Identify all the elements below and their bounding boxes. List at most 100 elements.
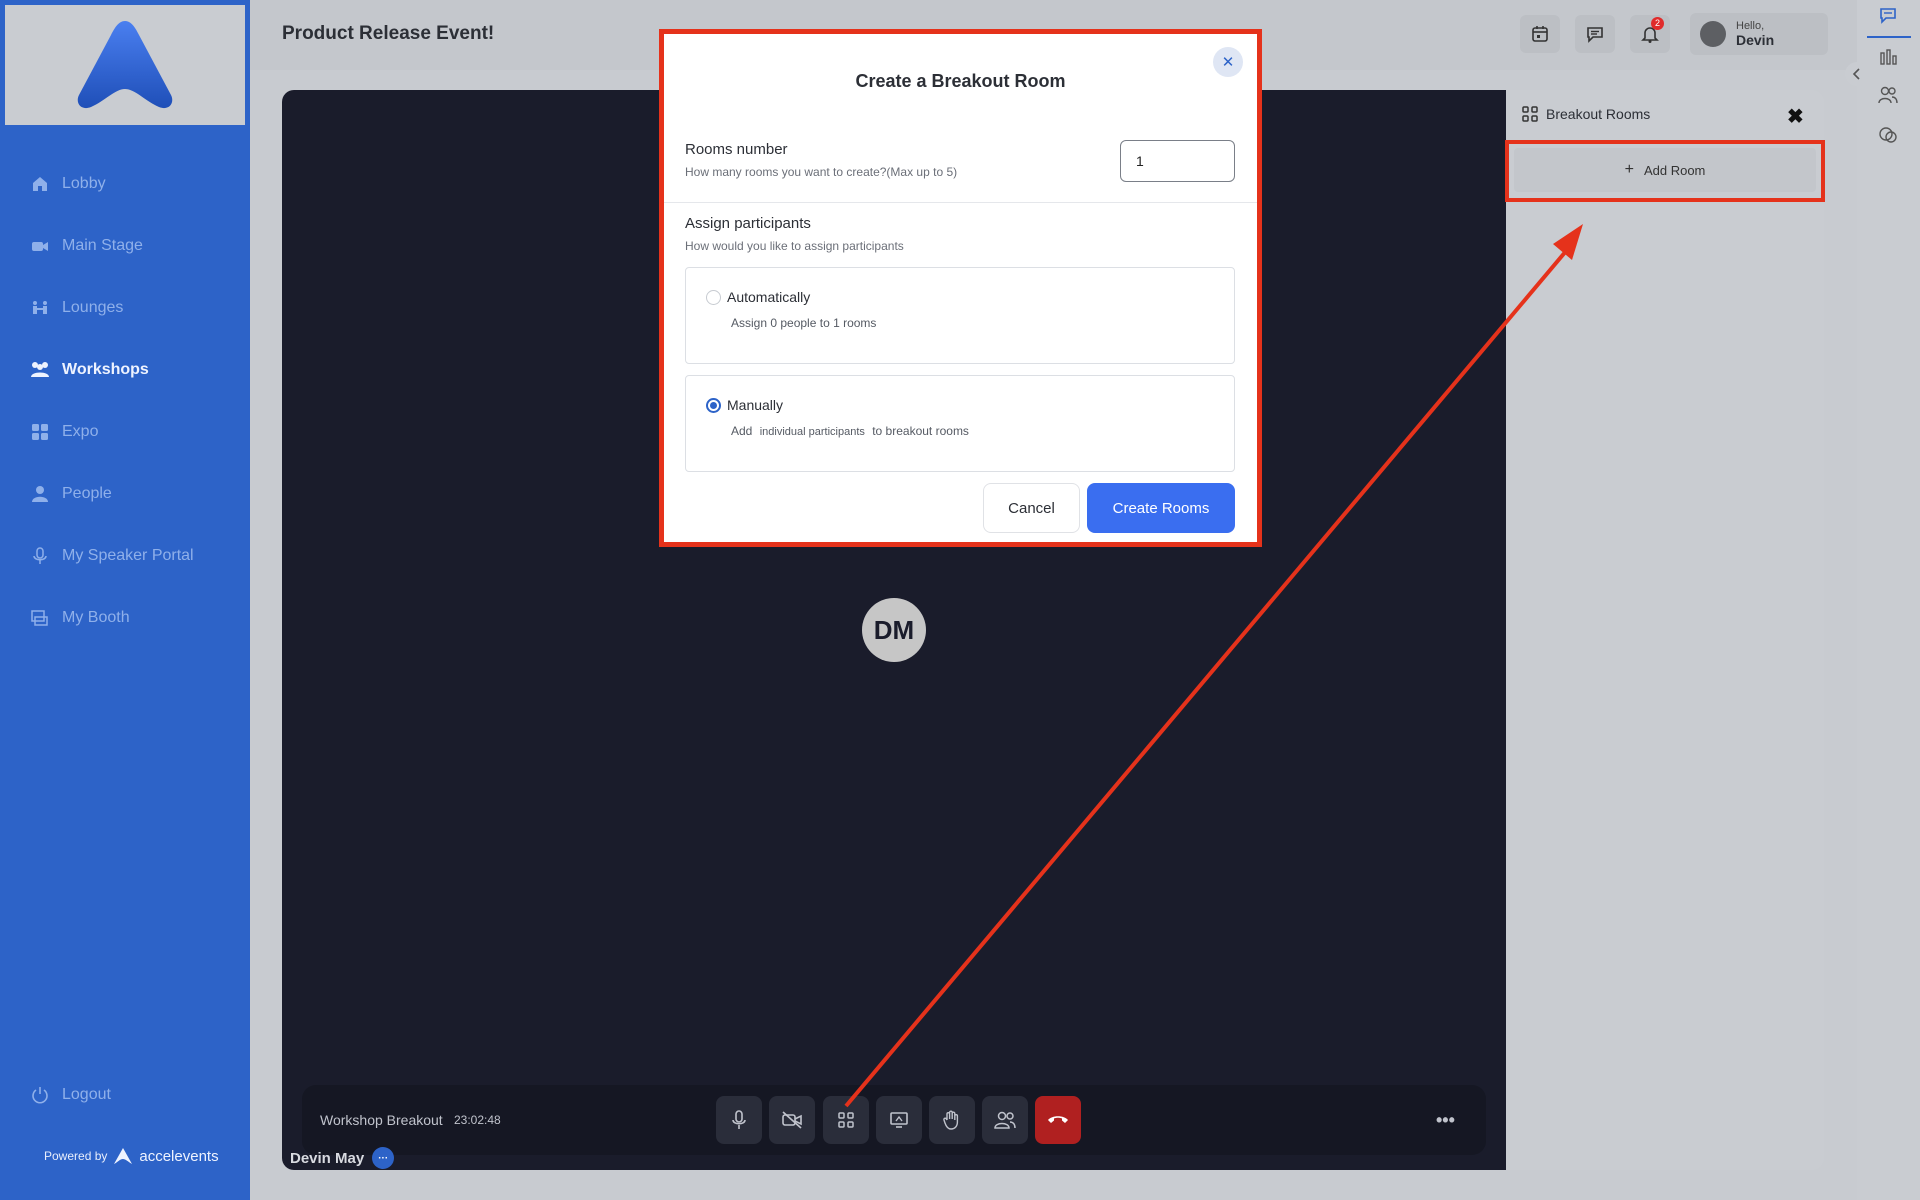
- rooms-number-label: Rooms number: [685, 141, 788, 158]
- question-chat-icon: [1879, 127, 1897, 143]
- speaker-name: Devin May: [290, 1149, 365, 1167]
- user-name: Devin: [1736, 32, 1775, 48]
- people-group-icon: [30, 360, 50, 380]
- option-label: Manually: [727, 397, 784, 413]
- sidebar-item-people[interactable]: People: [0, 463, 250, 525]
- breakout-rooms-button[interactable]: [823, 1096, 869, 1144]
- calendar-icon: [1532, 26, 1548, 42]
- end-call-icon: [1048, 1116, 1068, 1123]
- power-icon: [30, 1085, 50, 1105]
- rail-polls-button[interactable]: [1877, 46, 1899, 68]
- rail-active-indicator: [1867, 36, 1911, 38]
- notifications-button[interactable]: 2: [1630, 15, 1670, 53]
- collapse-panel-button[interactable]: [1845, 62, 1869, 86]
- home-icon: [30, 174, 50, 194]
- camera-toggle-button[interactable]: [769, 1096, 815, 1144]
- rail-chat-button[interactable]: [1877, 4, 1899, 26]
- sidebar-item-workshops[interactable]: Workshops: [0, 339, 250, 401]
- powered-by: Powered by accelevents: [44, 1147, 219, 1165]
- sidebar-item-lobby[interactable]: Lobby: [0, 153, 250, 215]
- sidebar-nav: Lobby Main Stage Lounges Workshops Expo …: [0, 153, 250, 649]
- breakout-rooms-panel: [1506, 90, 1824, 1170]
- microphone-button[interactable]: [716, 1096, 762, 1144]
- radio-manually[interactable]: [706, 398, 721, 413]
- booth-icon: [30, 608, 50, 628]
- raise-hand-icon: [943, 1110, 959, 1130]
- speaker-status-icon: ···: [372, 1147, 395, 1169]
- close-icon[interactable]: ✖: [1787, 104, 1804, 129]
- people-icon: [1878, 86, 1898, 104]
- sidebar-item-label: Lounges: [62, 299, 124, 316]
- page-title: Product Release Event!: [282, 23, 495, 44]
- modal-title: Create a Breakout Room: [855, 71, 1066, 91]
- screen-share-button[interactable]: [876, 1096, 922, 1144]
- sidebar-item-label: My Booth: [62, 609, 130, 626]
- user-menu[interactable]: Hello, Devin: [1690, 13, 1828, 55]
- notification-badge: 2: [1651, 17, 1664, 30]
- participants-icon: [994, 1111, 1016, 1129]
- cancel-button[interactable]: Cancel: [983, 483, 1080, 533]
- sidebar-item-my-booth[interactable]: My Booth: [0, 587, 250, 649]
- create-rooms-button[interactable]: Create Rooms: [1087, 483, 1235, 533]
- option-description: Assign 0 people to 1 rooms: [731, 316, 877, 330]
- microphone-icon: [30, 546, 50, 566]
- option-desc-prefix: Add: [731, 424, 753, 438]
- sidebar-item-label: Workshops: [62, 361, 149, 378]
- end-call-button[interactable]: [1035, 1096, 1081, 1144]
- speaker-name-tag: Devin May ···: [290, 1147, 395, 1169]
- lounge-icon: [30, 298, 50, 318]
- accelevents-logo-icon: [77, 21, 173, 109]
- breakout-panel-header: Breakout Rooms: [1522, 106, 1650, 122]
- assign-participants-label: Assign participants: [685, 215, 811, 232]
- individual-participants-link[interactable]: individual participants: [760, 426, 865, 438]
- chat-button[interactable]: [1575, 15, 1615, 53]
- sidebar-item-label: Lobby: [62, 175, 106, 192]
- rail-people-button[interactable]: [1877, 84, 1899, 106]
- chat-bubble-icon: [1587, 27, 1603, 43]
- accelevents-small-logo-icon: [114, 1148, 133, 1164]
- highlight-box-add-room: [1505, 140, 1825, 202]
- sidebar-item-label: People: [62, 485, 112, 502]
- sidebar-item-main-stage[interactable]: Main Stage: [0, 215, 250, 277]
- divider: [664, 202, 1257, 203]
- logout-label: Logout: [62, 1086, 111, 1103]
- breakout-grid-icon: [1522, 106, 1538, 122]
- chevron-left-icon: [1852, 68, 1860, 80]
- more-options-button[interactable]: •••: [1436, 1110, 1455, 1131]
- sidebar: Lobby Main Stage Lounges Workshops Expo …: [0, 0, 250, 1200]
- app-logo[interactable]: [5, 5, 245, 125]
- option-desc-suffix: to breakout rooms: [872, 424, 969, 438]
- sidebar-item-lounges[interactable]: Lounges: [0, 277, 250, 339]
- participant-avatar: DM: [862, 598, 926, 662]
- bar-chart-icon: [1880, 49, 1897, 65]
- logout-button[interactable]: Logout: [30, 1085, 111, 1105]
- microphone-icon: [732, 1110, 746, 1129]
- video-off-icon: [782, 1111, 802, 1129]
- rooms-number-input[interactable]: [1120, 140, 1235, 182]
- sidebar-item-my-speaker-portal[interactable]: My Speaker Portal: [0, 525, 250, 587]
- sidebar-item-label: My Speaker Portal: [62, 547, 194, 564]
- option-description: Add individual participants to breakout …: [731, 424, 969, 438]
- session-label: Workshop Breakout: [320, 1112, 443, 1128]
- participants-button[interactable]: [982, 1096, 1028, 1144]
- sidebar-item-expo[interactable]: Expo: [0, 401, 250, 463]
- rail-qa-button[interactable]: [1877, 124, 1899, 146]
- radio-automatically[interactable]: [706, 290, 721, 305]
- sidebar-item-label: Main Stage: [62, 237, 143, 254]
- raise-hand-button[interactable]: [929, 1096, 975, 1144]
- session-timer: 23:02:48: [454, 1113, 501, 1127]
- person-icon: [30, 484, 50, 504]
- rooms-number-hint: How many rooms you want to create?(Max u…: [685, 165, 958, 179]
- right-rail: [1857, 0, 1920, 1200]
- grid-icon: [30, 422, 50, 442]
- brand-name: accelevents: [139, 1147, 219, 1165]
- avatar: [1700, 21, 1726, 47]
- assign-participants-hint: How would you like to assign participant…: [685, 239, 904, 253]
- breakout-panel-title: Breakout Rooms: [1546, 106, 1651, 122]
- sidebar-item-label: Expo: [62, 423, 99, 440]
- video-camera-icon: [30, 236, 50, 256]
- powered-by-label: Powered by: [44, 1149, 108, 1163]
- calendar-button[interactable]: [1520, 15, 1560, 53]
- screen-share-icon: [890, 1112, 908, 1128]
- option-label: Automatically: [727, 289, 811, 305]
